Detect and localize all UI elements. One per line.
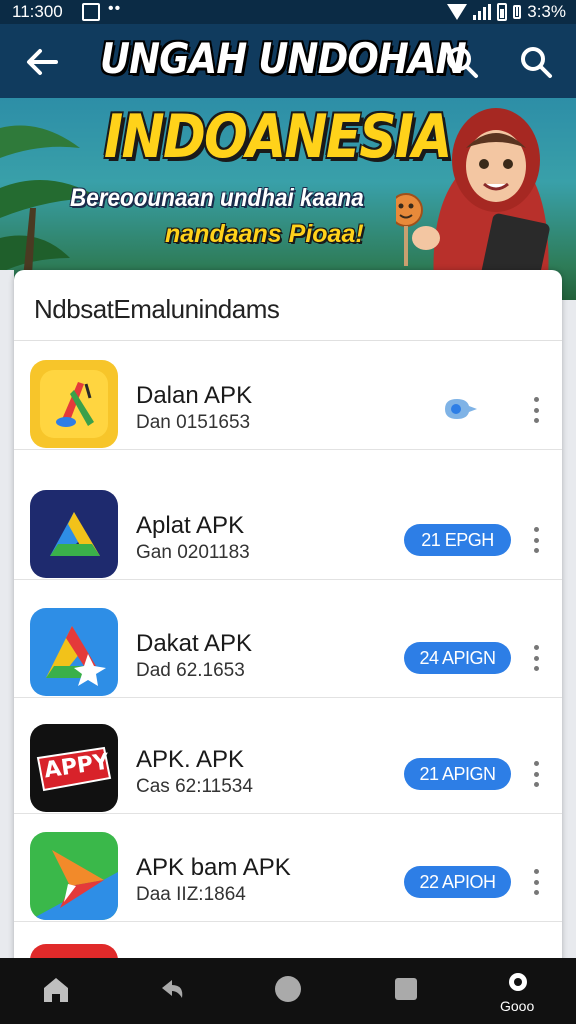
app-name: Dakat APK xyxy=(136,630,253,657)
more-options-icon[interactable] xyxy=(526,394,546,426)
search-icon[interactable] xyxy=(442,42,482,82)
search-icon-2[interactable] xyxy=(516,42,556,82)
app-meta: Daa IIZ:1864 xyxy=(136,884,246,905)
app-icon-2 xyxy=(30,490,118,578)
battery-text: 3:3% xyxy=(527,2,566,21)
app-name: Dalan APK xyxy=(136,382,253,409)
banner-subtitle-2: nandaans Pioaa! xyxy=(165,220,364,248)
back-nav-icon[interactable] xyxy=(142,958,202,1024)
more-options-icon[interactable] xyxy=(526,642,546,674)
status-bar: 11:300 •• 3:3% xyxy=(0,0,576,24)
app-icon-4: APPY xyxy=(30,724,118,812)
install-badge[interactable]: 21 APIGN xyxy=(404,758,511,790)
list-item[interactable]: APK bam APK Daa IIZ:1864 22 APIOH xyxy=(14,814,562,922)
list-item[interactable]: Dalan APK Dan 0151653 xyxy=(14,342,562,450)
signal-icon xyxy=(473,4,492,20)
app-icon-5 xyxy=(30,832,118,920)
banner-subtitle-1: Bereoounaan undhai kaana xyxy=(70,184,364,212)
install-badge[interactable]: 22 APIOH xyxy=(404,866,511,898)
status-dots: •• xyxy=(108,0,122,17)
list-item[interactable]: Aplat APK Gan 0201183 21 EPGH xyxy=(14,472,562,580)
divider xyxy=(14,579,562,580)
app-icon-1 xyxy=(30,360,118,448)
home-icon[interactable] xyxy=(26,958,86,1024)
more-options-icon[interactable] xyxy=(526,524,546,556)
more-options-icon[interactable] xyxy=(526,758,546,790)
list-item[interactable]: APPY APK. APK Cas 62:11534 21 APIGN xyxy=(14,706,562,814)
recents-icon[interactable] xyxy=(376,958,436,1024)
app-title: UNGAH UNDOHAN xyxy=(100,34,467,83)
back-arrow-icon[interactable] xyxy=(22,42,62,82)
notification-icon xyxy=(82,3,100,21)
wifi-icon xyxy=(447,4,468,20)
nav-label: Gooo xyxy=(500,998,535,1014)
list-item[interactable]: Dakat APK Dad 62.1653 24 APIGN xyxy=(14,590,562,698)
pin-icon[interactable] xyxy=(439,394,479,424)
divider xyxy=(14,697,562,698)
side-gutter-left xyxy=(0,270,14,970)
app-meta: Gan 0201183 xyxy=(136,542,250,563)
app-name: APK. APK xyxy=(136,746,245,773)
divider xyxy=(14,449,562,450)
bottom-nav-bar: Gooo xyxy=(0,958,576,1024)
app-icon-3 xyxy=(30,608,118,696)
divider xyxy=(14,921,562,922)
app-list-card: NdbsatEmalunindams Dalan APK Dan 0151653 xyxy=(14,270,562,970)
app-bar: UNGAH UNDOHAN xyxy=(0,24,576,98)
app-meta: Dad 62.1653 xyxy=(136,660,245,681)
battery-icon-2 xyxy=(513,5,522,19)
app-name: Aplat APK xyxy=(136,512,245,539)
battery-icon xyxy=(497,3,508,21)
install-badge[interactable]: 24 APIGN xyxy=(404,642,511,674)
section-title: NdbsatEmalunindams xyxy=(34,294,280,324)
home-circle-icon[interactable] xyxy=(258,958,318,1024)
install-badge[interactable]: 21 EPGH xyxy=(404,524,511,556)
app-name: APK bam APK xyxy=(136,854,291,881)
side-gutter-right xyxy=(562,300,576,970)
status-time: 11:300 xyxy=(12,2,63,21)
settings-icon[interactable] xyxy=(488,958,548,1024)
status-right: 3:3% xyxy=(447,2,566,22)
app-meta: Dan 0151653 xyxy=(136,412,251,433)
divider xyxy=(14,340,562,341)
more-options-icon[interactable] xyxy=(526,866,546,898)
app-meta: Cas 62:11534 xyxy=(136,776,253,797)
